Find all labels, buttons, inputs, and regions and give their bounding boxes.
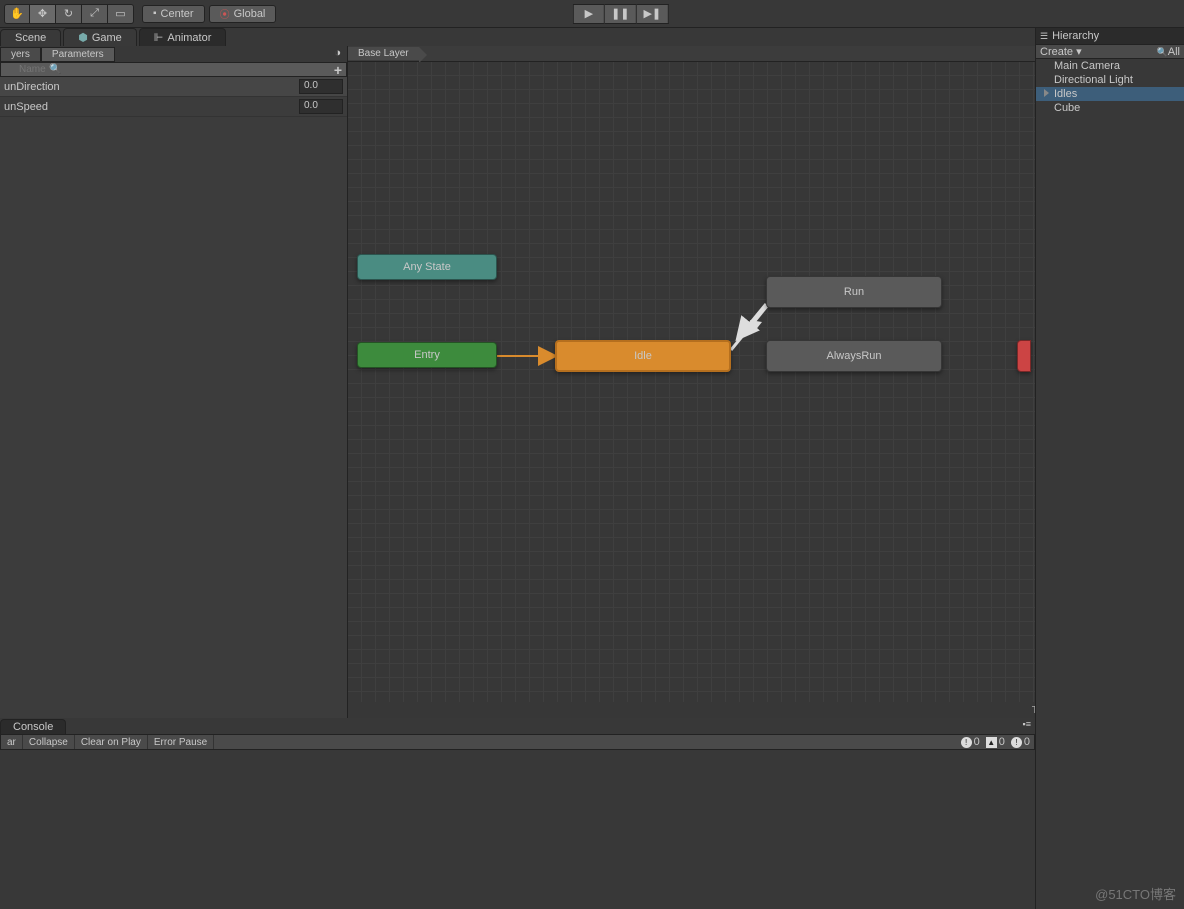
hierarchy-item[interactable]: Main Camera	[1036, 59, 1184, 73]
pivot-center-toggle[interactable]: ▪ Center	[142, 5, 205, 23]
layers-tab[interactable]: yers	[0, 47, 41, 62]
node-label: Idle	[634, 350, 652, 362]
tab-scene[interactable]: Scene	[0, 29, 61, 46]
clear-button[interactable]: ar	[1, 735, 23, 749]
center-label: Center	[161, 8, 194, 20]
hierarchy-tab[interactable]: ☰ Hierarchy	[1036, 28, 1184, 45]
param-row[interactable]: unSpeed 0.0	[0, 97, 347, 117]
add-param-button[interactable]: +	[334, 62, 342, 78]
step-icon: ▶❚	[643, 7, 661, 20]
hierarchy-item-selected[interactable]: Idles	[1036, 87, 1184, 101]
game-label: Game	[92, 32, 122, 44]
gear-icon[interactable]: ◑	[334, 47, 341, 59]
pause-icon: ❚❚	[611, 7, 629, 20]
scene-label: Scene	[15, 32, 46, 44]
error-icon: !	[1011, 737, 1022, 748]
clear-on-play-toggle[interactable]: Clear on Play	[75, 735, 148, 749]
scale-icon: ⤢	[90, 7, 99, 20]
node-label: Any State	[403, 261, 451, 273]
expand-arrow-icon[interactable]	[1044, 89, 1049, 97]
param-value[interactable]: 0.0	[299, 79, 343, 94]
play-button[interactable]: ▶	[573, 4, 605, 24]
hierarchy-panel: ☰ Hierarchy Create ▾ 🔍All Main Camera Dir…	[1035, 28, 1184, 909]
node-label: AlwaysRun	[826, 350, 881, 362]
console-toolbar: ar Collapse Clear on Play Error Pause !0…	[0, 734, 1035, 750]
main-area: yers Parameters ◑ 🔍 + unDirection 0.0 un…	[0, 46, 1184, 718]
scale-tool[interactable]: ⤢	[82, 4, 108, 24]
hierarchy-title: Hierarchy	[1052, 30, 1099, 42]
param-value[interactable]: 0.0	[299, 99, 343, 114]
game-icon: ⬢	[78, 31, 88, 44]
transform-tools: ✋ ✥ ↻ ⤢ ▭	[4, 4, 134, 24]
rect-icon: ▭	[115, 7, 125, 20]
hand-tool[interactable]: ✋	[4, 4, 30, 24]
warn-icon: ▲	[986, 737, 997, 748]
animator-icon: ⊩	[154, 31, 164, 44]
hand-icon: ✋	[10, 7, 24, 20]
panel-menu-icon[interactable]: ▪≡	[1023, 719, 1031, 729]
breadcrumb[interactable]: Base Layer	[348, 47, 419, 60]
params-subtabs: yers Parameters ◑	[0, 46, 347, 62]
tab-animator[interactable]: ⊩Animator	[139, 28, 227, 46]
pause-button[interactable]: ❚❚	[605, 4, 637, 24]
info-counter[interactable]: !0	[961, 736, 980, 748]
hierarchy-item[interactable]: Cube	[1036, 101, 1184, 115]
warn-counter[interactable]: ▲0	[986, 736, 1005, 748]
tab-game[interactable]: ⬢ Game	[63, 28, 137, 46]
move-icon: ✥	[38, 7, 47, 20]
transitions	[348, 62, 1035, 702]
param-row[interactable]: unDirection 0.0	[0, 77, 347, 97]
node-label: Entry	[414, 349, 440, 361]
hierarchy-item[interactable]: Directional Light	[1036, 73, 1184, 87]
main-toolbar: ✋ ✥ ↻ ⤢ ▭ ▪ Center ⦿ Global ▶ ❚❚ ▶❚	[0, 0, 1184, 28]
parameters-panel: yers Parameters ◑ 🔍 + unDirection 0.0 un…	[0, 46, 348, 718]
global-label: Global	[234, 8, 266, 20]
local-global-toggle[interactable]: ⦿ Global	[209, 5, 277, 23]
idle-node[interactable]: Idle	[555, 340, 731, 372]
param-search-row: 🔍 +	[0, 62, 347, 77]
step-button[interactable]: ▶❚	[637, 4, 669, 24]
any-state-node[interactable]: Any State	[357, 254, 497, 280]
globe-icon: ⦿	[220, 6, 230, 21]
search-icon: 🔍	[49, 64, 61, 75]
message-counters: !0 ▲0 !0	[961, 736, 1030, 748]
play-controls: ▶ ❚❚ ▶❚	[573, 4, 669, 24]
center-icon: ▪	[153, 8, 157, 19]
exit-node-partial[interactable]	[1017, 340, 1031, 372]
error-pause-toggle[interactable]: Error Pause	[148, 735, 214, 749]
chevron-down-icon: ▾	[1076, 46, 1082, 58]
console-tabs: Console ▪≡	[0, 718, 1035, 734]
play-icon: ▶	[585, 7, 593, 20]
alwaysrun-node[interactable]: AlwaysRun	[766, 340, 942, 372]
rotate-icon: ↻	[64, 7, 73, 20]
param-name: unDirection	[4, 81, 299, 93]
entry-node[interactable]: Entry	[357, 342, 497, 368]
collapse-toggle[interactable]: Collapse	[23, 735, 75, 749]
rotate-tool[interactable]: ↻	[56, 4, 82, 24]
info-icon: !	[961, 737, 972, 748]
create-dropdown[interactable]: Create ▾	[1040, 45, 1082, 58]
node-label: Run	[844, 286, 864, 298]
error-counter[interactable]: !0	[1011, 736, 1030, 748]
view-tabs: Scene ⬢ Game ⊩Animator	[0, 28, 1035, 46]
param-name: unSpeed	[4, 101, 299, 113]
hierarchy-icon: ☰	[1040, 31, 1048, 42]
rect-tool[interactable]: ▭	[108, 4, 134, 24]
watermark: @51CTO博客	[1095, 884, 1176, 903]
run-node[interactable]: Run	[766, 276, 942, 308]
console-panel: Console ▪≡ ar Collapse Clear on Play Err…	[0, 718, 1035, 909]
search-all[interactable]: 🔍All	[1157, 46, 1180, 58]
parameters-tab[interactable]: Parameters	[41, 47, 115, 62]
animator-label: Animator	[167, 32, 211, 44]
tab-console[interactable]: Console	[0, 719, 66, 734]
hierarchy-toolbar: Create ▾ 🔍All	[1036, 45, 1184, 59]
move-tool[interactable]: ✥	[30, 4, 56, 24]
